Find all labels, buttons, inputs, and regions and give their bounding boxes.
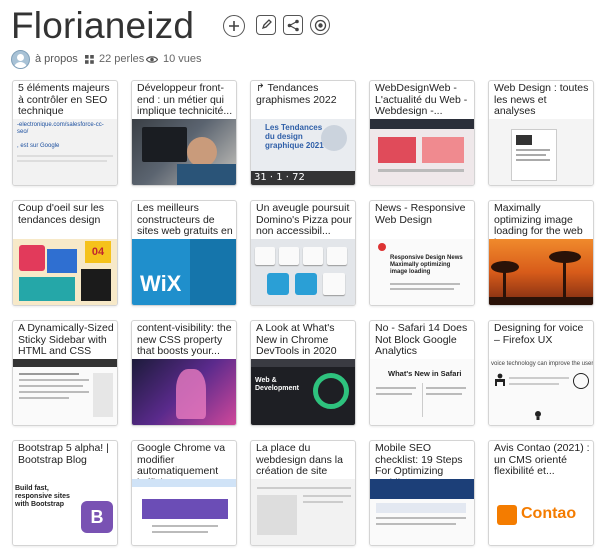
pearl-thumbnail: What's New in Safari bbox=[370, 359, 474, 425]
pearl-title: Coup d'oeil sur les tendances design bbox=[18, 203, 105, 226]
pearl-thumbnail: Contao bbox=[489, 479, 593, 545]
profile-meta: à propos 22 perles 10 vues bbox=[11, 49, 605, 69]
thumb-text: Responsive Design News Maximally optimiz… bbox=[390, 255, 463, 275]
add-button[interactable] bbox=[223, 15, 245, 37]
pearl-card[interactable]: A Look at What's New in Chrome DevTools … bbox=[250, 320, 356, 426]
pearl-title: News - Responsive Web Design bbox=[375, 203, 466, 226]
pearl-thumbnail: Responsive Design News Maximally optimiz… bbox=[370, 239, 474, 305]
wix-logo: WiX bbox=[140, 271, 182, 296]
pearls-count: 22 perles bbox=[85, 49, 144, 69]
pearl-title: 5 éléments majeurs à contrôler en SEO te… bbox=[18, 83, 110, 118]
thumb-text: -electronique.com/salesforce-cc-seo/ , e… bbox=[17, 122, 104, 149]
thumb-text: What's New in Safari bbox=[388, 369, 462, 378]
pearl-title: Web Design : toutes les news et analyses bbox=[494, 83, 589, 118]
pearl-title: No - Safari 14 Does Not Block Google Ana… bbox=[375, 323, 468, 358]
pearl-card[interactable]: Avis Contao (2021) : un CMS orienté flex… bbox=[488, 440, 594, 546]
target-icon bbox=[314, 19, 326, 31]
pearl-title: La place du webdesign dans la création d… bbox=[256, 443, 343, 479]
person-icon bbox=[495, 373, 505, 386]
pearl-title: A Look at What's New in Chrome DevTools … bbox=[256, 323, 337, 358]
pearl-title: Développeur front-end : un métier qui im… bbox=[137, 83, 233, 118]
pearl-card[interactable]: Web Design : toutes les news et analyses bbox=[488, 80, 594, 186]
add-icon bbox=[229, 21, 239, 31]
pearl-title: ↱ Tendances graphismes 2022 bbox=[256, 83, 337, 106]
pearl-card[interactable]: 5 éléments majeurs à contrôler en SEO te… bbox=[12, 80, 118, 186]
bulb-icon bbox=[535, 411, 541, 420]
contao-wordmark: Contao bbox=[521, 505, 577, 522]
pearl-title: Google Chrome va modifier automatiquemen… bbox=[137, 443, 226, 479]
thumb-text: 04 bbox=[85, 241, 111, 263]
page-title: Florianeizd bbox=[11, 5, 195, 46]
pearl-thumbnail bbox=[132, 479, 236, 545]
grid-icon bbox=[85, 54, 94, 64]
thumb-text: voice technology can improve the user ex… bbox=[491, 361, 593, 367]
pearl-card[interactable]: Un aveugle poursuit Domino's Pizza pour … bbox=[250, 200, 356, 306]
pearl-card[interactable]: Google Chrome va modifier automatiquemen… bbox=[131, 440, 237, 546]
pearl-card[interactable]: La place du webdesign dans la création d… bbox=[250, 440, 356, 546]
edit-icon bbox=[261, 19, 272, 30]
pearl-title: Avis Contao (2021) : un CMS orienté flex… bbox=[494, 443, 590, 478]
pearl-card[interactable]: WebDesignWeb - L'actualité du Web - Webd… bbox=[369, 80, 475, 186]
pearl-thumbnail: 04 bbox=[13, 239, 117, 305]
pearl-thumbnail bbox=[489, 119, 593, 185]
about-label: à propos bbox=[35, 53, 78, 65]
pearl-thumbnail bbox=[132, 359, 236, 425]
share-button[interactable] bbox=[283, 15, 303, 35]
thumb-text: Les Tendances du design graphique 2021 bbox=[265, 123, 324, 150]
pearl-title: A Dynamically-Sized Sticky Sidebar with … bbox=[18, 323, 114, 358]
pearl-title: Maximally optimizing image loading for t… bbox=[494, 203, 583, 239]
pearl-thumbnail: Web & Development bbox=[251, 359, 355, 425]
pearl-thumbnail: Les Tendances du design graphique 2021 3… bbox=[251, 119, 355, 185]
pearl-card[interactable]: Designing for voice – Firefox UX voice t… bbox=[488, 320, 594, 426]
thumb-text: Web & Development bbox=[255, 377, 299, 392]
pearl-title: Bootstrap 5 alpha! | Bootstrap Blog bbox=[18, 443, 109, 466]
follow-button[interactable] bbox=[310, 15, 330, 35]
pearl-card[interactable]: content-visibility: the new CSS property… bbox=[131, 320, 237, 426]
pearl-thumbnail: -electronique.com/salesforce-cc-seo/ , e… bbox=[13, 119, 117, 185]
bootstrap-logo: B bbox=[81, 501, 113, 533]
pearl-title: Designing for voice – Firefox UX bbox=[494, 323, 584, 346]
pearl-card[interactable]: News - Responsive Web Design Responsive … bbox=[369, 200, 475, 306]
pearl-title: WebDesignWeb - L'actualité du Web - Webd… bbox=[375, 83, 468, 118]
pearl-card[interactable]: ↱ Tendances graphismes 2022 Les Tendance… bbox=[250, 80, 356, 186]
pearl-thumbnail: WiX bbox=[132, 239, 236, 305]
pearls-label: 22 perles bbox=[99, 53, 145, 65]
eye-icon bbox=[146, 55, 158, 63]
about-link[interactable]: à propos bbox=[11, 49, 78, 69]
pearl-thumbnail bbox=[370, 479, 474, 545]
pearl-thumbnail: voice technology can improve the user ex… bbox=[489, 359, 593, 425]
pearl-thumbnail bbox=[251, 479, 355, 545]
pearl-card[interactable]: No - Safari 14 Does Not Block Google Ana… bbox=[369, 320, 475, 426]
pearl-thumbnail: Build fast, responsive sites with Bootst… bbox=[13, 479, 117, 545]
pearl-card[interactable]: Mobile SEO checklist: 19 Steps For Optim… bbox=[369, 440, 475, 546]
avatar bbox=[11, 49, 30, 69]
pearl-title: Un aveugle poursuit Domino's Pizza pour … bbox=[256, 203, 352, 238]
pearl-stats: 31 ⋅ 1 ⋅ 72 bbox=[251, 171, 355, 185]
pearl-thumbnail bbox=[251, 239, 355, 305]
pearl-card[interactable]: Coup d'oeil sur les tendances design 04 bbox=[12, 200, 118, 306]
pearl-thumbnail bbox=[370, 119, 474, 185]
pearl-card[interactable]: Maximally optimizing image loading for t… bbox=[488, 200, 594, 306]
pearl-title: Les meilleurs constructeurs de sites web… bbox=[137, 203, 233, 239]
pearl-card[interactable]: Les meilleurs constructeurs de sites web… bbox=[131, 200, 237, 306]
pearl-thumbnail bbox=[132, 119, 236, 185]
pearl-card[interactable]: A Dynamically-Sized Sticky Sidebar with … bbox=[12, 320, 118, 426]
pearl-title: content-visibility: the new CSS property… bbox=[137, 323, 232, 358]
edit-button[interactable] bbox=[256, 15, 276, 35]
share-icon bbox=[287, 19, 299, 31]
pearl-card[interactable]: Développeur front-end : un métier qui im… bbox=[131, 80, 237, 186]
contao-logo bbox=[497, 505, 517, 525]
thumb-text: Build fast, responsive sites with Bootst… bbox=[15, 485, 70, 508]
pearl-thumbnail bbox=[13, 359, 117, 425]
pearl-thumbnail bbox=[489, 239, 593, 305]
views-label: 10 vues bbox=[163, 53, 202, 65]
pearl-card[interactable]: Bootstrap 5 alpha! | Bootstrap Blog Buil… bbox=[12, 440, 118, 546]
pearl-title: Mobile SEO checklist: 19 Steps For Optim… bbox=[375, 443, 463, 479]
views-count: 10 vues bbox=[146, 49, 202, 69]
